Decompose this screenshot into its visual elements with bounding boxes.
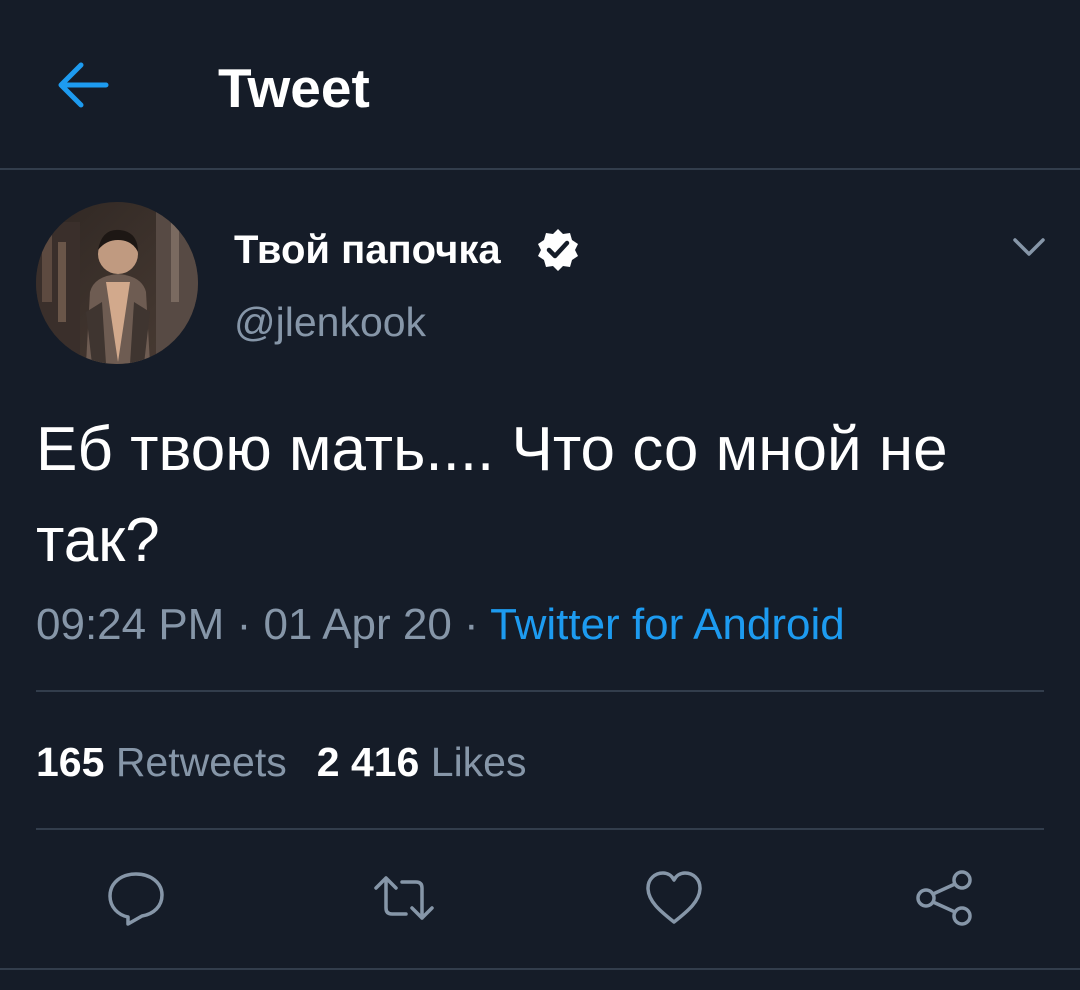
avatar[interactable] (36, 202, 198, 364)
tweet-date: 01 Apr 20 (263, 600, 452, 649)
author-name[interactable]: Твой папочка (234, 226, 501, 274)
divider (36, 690, 1044, 692)
like-icon (646, 871, 702, 924)
back-button[interactable] (54, 56, 112, 114)
reply-button[interactable] (104, 866, 168, 930)
divider (0, 968, 1080, 970)
share-button[interactable] (912, 866, 976, 930)
app-header: Tweet (0, 0, 1080, 170)
likes-stat[interactable]: 2 416 Likes (317, 736, 527, 788)
verified-badge-icon (535, 227, 581, 273)
author-handle[interactable]: @jlenkook (234, 298, 426, 346)
tweet-text: Еб твою мать.... Что со мной не так? (36, 415, 948, 575)
tweet-stats: 165 Retweets 2 416 Likes (36, 736, 556, 788)
tweet-source-link[interactable]: Twitter for Android (490, 600, 845, 649)
chevron-down-icon (1013, 238, 1045, 256)
meta-separator: · (224, 600, 264, 649)
page-title: Tweet (218, 57, 370, 119)
like-button[interactable] (642, 866, 706, 930)
meta-separator: · (451, 600, 491, 649)
more-options-button[interactable] (1008, 226, 1050, 268)
retweet-icon (374, 876, 434, 920)
arrow-left-icon (58, 62, 109, 108)
divider (36, 828, 1044, 830)
likes-label: Likes (430, 739, 527, 785)
retweet-button[interactable] (372, 866, 436, 930)
retweets-count: 165 (36, 739, 105, 785)
tweet-meta: 09:24 PM · 01 Apr 20 · Twitter for Andro… (36, 598, 845, 652)
retweets-label: Retweets (115, 739, 287, 785)
tweet-time: 09:24 PM (36, 600, 225, 649)
share-icon (916, 870, 972, 926)
likes-count: 2 416 (316, 739, 420, 785)
retweets-stat[interactable]: 165 Retweets (36, 736, 287, 788)
profile-photo (36, 202, 198, 364)
reply-icon (108, 872, 164, 926)
